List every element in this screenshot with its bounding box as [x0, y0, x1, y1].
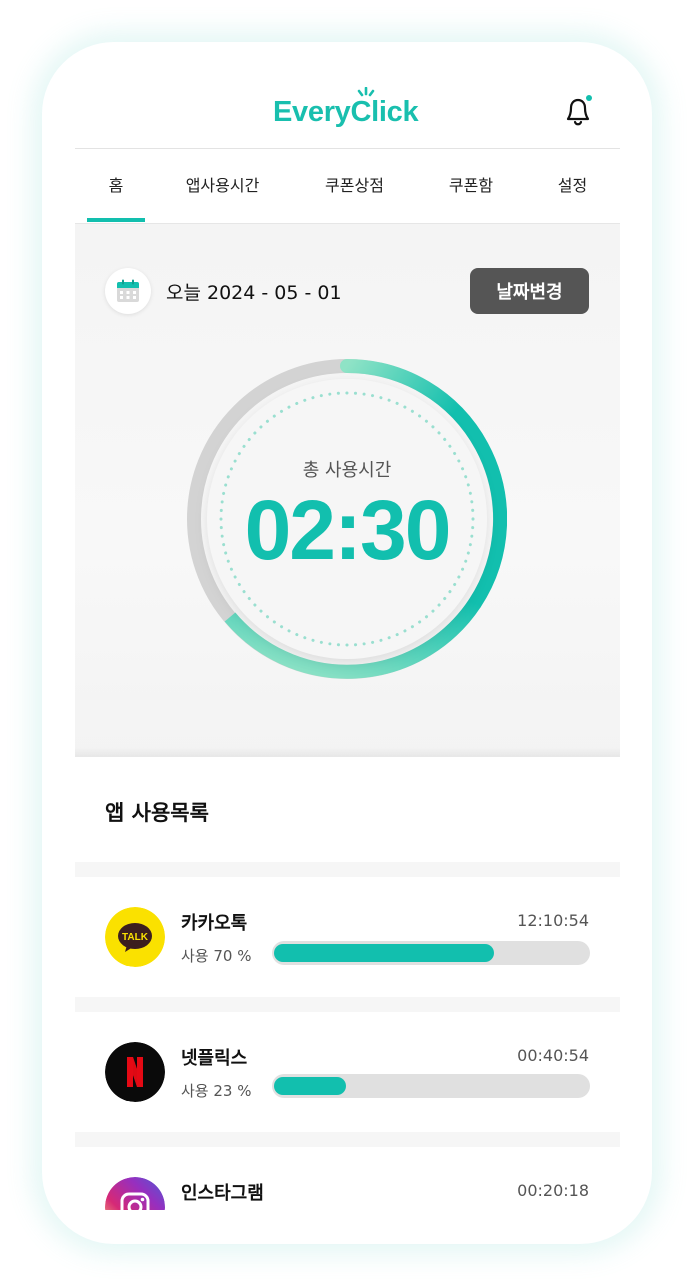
- notification-dot: [586, 95, 592, 101]
- app-name: 넷플릭스: [181, 1048, 248, 1069]
- list-separator: [75, 1132, 620, 1147]
- kakaotalk-icon: TALK: [105, 907, 165, 967]
- bell-icon[interactable]: [563, 94, 593, 128]
- total-usage-label: 총 사용시간: [302, 460, 392, 481]
- usage-progress-bar: [272, 941, 590, 965]
- everyclick-logo[interactable]: EveryClick: [273, 87, 419, 129]
- total-usage-time: 02:30: [244, 483, 452, 577]
- list-item-kakaotalk[interactable]: TALK 카카오톡 12:10:54 사용 70 %: [75, 877, 620, 997]
- app-name: 카카오톡: [181, 913, 248, 934]
- tab-bar: 홈 앱사용시간 쿠폰상점 쿠폰함 설정: [75, 149, 620, 224]
- svg-text:TALK: TALK: [122, 932, 149, 943]
- list-separator: [75, 997, 620, 1012]
- app-list-title: 앱 사용목록: [105, 801, 209, 825]
- app-screen: EveryClick 홈 앱사용시간 쿠폰상점 쿠폰함 설정 오늘 2024 -…: [75, 42, 620, 1210]
- app-name: 인스타그램: [181, 1183, 264, 1204]
- list-item-netflix[interactable]: 넷플릭스 00:40:54 사용 23 %: [75, 1012, 620, 1132]
- calendar-icon: [117, 279, 139, 302]
- app-usage-time: 12:10:54: [517, 911, 589, 930]
- current-date: 오늘 2024 - 05 - 01: [166, 282, 342, 304]
- app-usage-time: 00:20:18: [517, 1181, 589, 1200]
- netflix-icon: [105, 1042, 165, 1102]
- tab-settings[interactable]: 설정: [545, 149, 600, 223]
- change-date-button[interactable]: 날짜변경: [470, 268, 589, 314]
- list-item-instagram[interactable]: 인스타그램 00:20:18: [75, 1147, 620, 1210]
- calendar-badge[interactable]: [105, 268, 151, 314]
- usage-progress-fill: [274, 1077, 346, 1095]
- instagram-icon: [105, 1177, 165, 1210]
- app-usage-percent: 사용 23 %: [181, 1082, 252, 1100]
- tab-coupon-box[interactable]: 쿠폰함: [432, 149, 510, 223]
- usage-progress-fill: [274, 944, 494, 962]
- tab-coupon-shop[interactable]: 쿠폰상점: [307, 149, 402, 223]
- app-usage-time: 00:40:54: [517, 1046, 589, 1065]
- phone-frame: EveryClick 홈 앱사용시간 쿠폰상점 쿠폰함 설정 오늘 2024 -…: [42, 42, 652, 1244]
- tab-app-usage-time[interactable]: 앱사용시간: [170, 149, 275, 223]
- tab-home[interactable]: 홈: [87, 149, 145, 223]
- active-tab-indicator: [87, 218, 145, 222]
- logo-spark-icon: [357, 87, 375, 97]
- app-usage-percent: 사용 70 %: [181, 947, 252, 965]
- list-separator: [75, 862, 620, 877]
- usage-progress-bar: [272, 1074, 590, 1098]
- app-header: EveryClick: [75, 42, 620, 149]
- today-usage-panel: 오늘 2024 - 05 - 01 날짜변경 총 사용시간 02:30: [75, 224, 620, 757]
